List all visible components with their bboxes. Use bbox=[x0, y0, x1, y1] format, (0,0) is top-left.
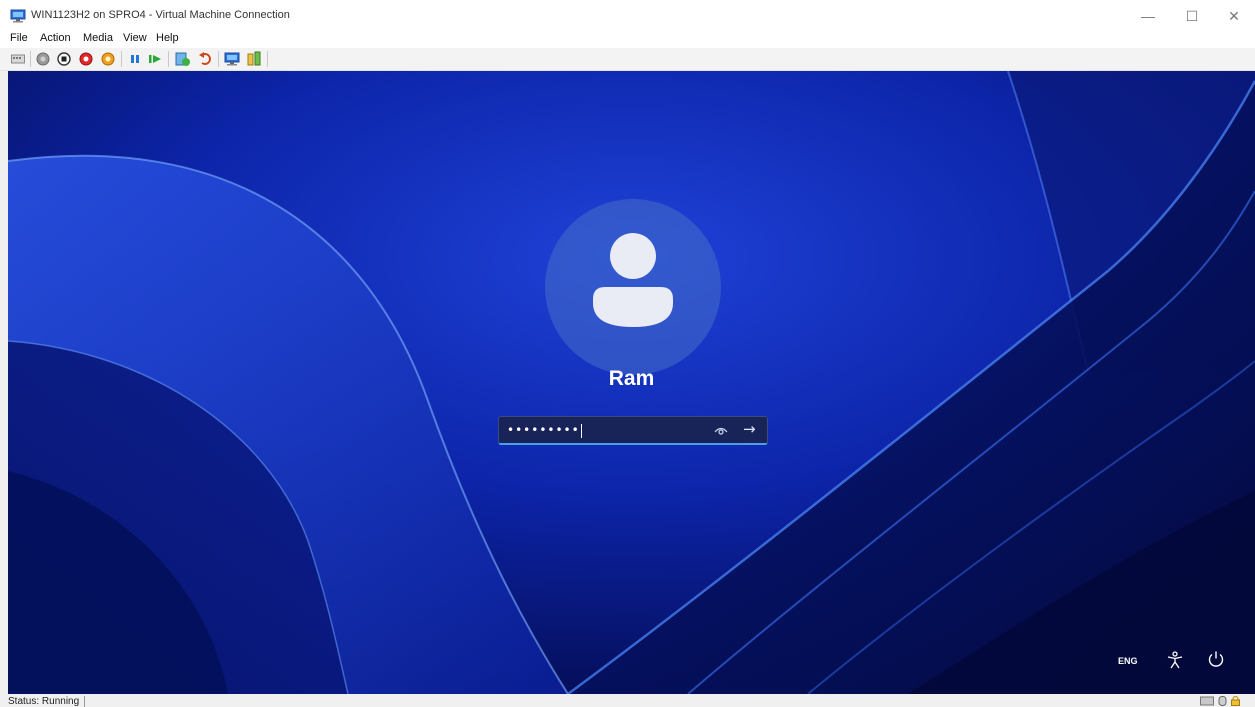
save-icon[interactable] bbox=[100, 51, 116, 67]
enhanced-session-icon[interactable] bbox=[224, 51, 240, 67]
arrow-right-icon[interactable]: → bbox=[743, 420, 756, 438]
lock-icon bbox=[1231, 696, 1240, 706]
password-value: ••••••••• bbox=[507, 423, 582, 438]
language-indicator[interactable]: ENG bbox=[1118, 656, 1138, 666]
eye-icon[interactable] bbox=[713, 423, 729, 437]
share-icon[interactable] bbox=[246, 51, 262, 67]
turn-off-icon[interactable] bbox=[56, 51, 72, 67]
password-field[interactable]: ••••••••• → bbox=[498, 416, 768, 445]
text-caret bbox=[580, 423, 582, 438]
user-avatar bbox=[545, 199, 721, 375]
shut-down-icon[interactable] bbox=[78, 51, 94, 67]
maximize-button[interactable]: ☐ bbox=[1172, 4, 1212, 28]
ctrl-alt-del-icon[interactable] bbox=[10, 51, 26, 67]
keyboard-icon bbox=[1200, 696, 1214, 706]
revert-icon[interactable] bbox=[197, 51, 213, 67]
mouse-icon bbox=[1218, 696, 1227, 706]
minimize-button[interactable]: — bbox=[1128, 4, 1168, 28]
pause-icon[interactable] bbox=[127, 51, 143, 67]
window-title: WIN1123H2 on SPRO4 - Virtual Machine Con… bbox=[31, 9, 290, 21]
start-icon[interactable] bbox=[35, 51, 51, 67]
menu-media[interactable]: Media bbox=[83, 32, 113, 44]
toolbar bbox=[0, 48, 1255, 71]
vm-display[interactable]: Ram ••••••••• → ENG bbox=[8, 71, 1255, 694]
window-title-bar[interactable]: WIN1123H2 on SPRO4 - Virtual Machine Con… bbox=[0, 0, 1255, 30]
status-bar: Status: Running bbox=[0, 694, 1255, 707]
menu-action[interactable]: Action bbox=[40, 32, 71, 44]
vm-connection-icon bbox=[10, 9, 26, 23]
menu-help[interactable]: Help bbox=[156, 32, 179, 44]
close-button[interactable]: ✕ bbox=[1214, 4, 1254, 28]
person-icon bbox=[593, 233, 673, 327]
power-icon[interactable] bbox=[1207, 650, 1225, 668]
checkpoint-icon[interactable] bbox=[175, 51, 191, 67]
user-name: Ram bbox=[608, 367, 655, 390]
menu-file[interactable]: File bbox=[10, 32, 28, 44]
accessibility-icon[interactable] bbox=[1166, 651, 1184, 669]
menu-bar: File Action Media View Help bbox=[0, 30, 1255, 48]
status-text: Status: Running bbox=[8, 696, 86, 707]
menu-view[interactable]: View bbox=[123, 32, 147, 44]
resume-icon[interactable] bbox=[147, 51, 163, 67]
